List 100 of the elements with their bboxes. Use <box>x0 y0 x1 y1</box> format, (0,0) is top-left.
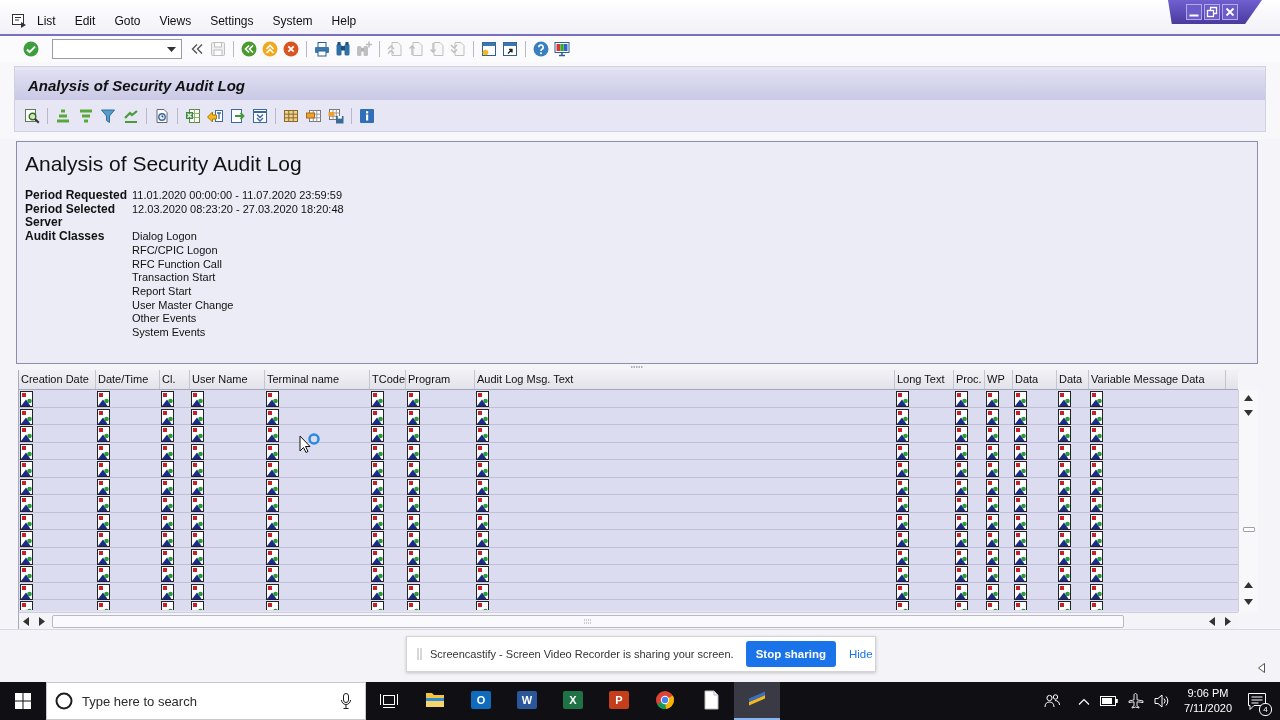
new-window-icon[interactable] <box>481 41 497 57</box>
column-header[interactable]: Long Text <box>895 370 954 389</box>
arrow-left-icon[interactable] <box>23 616 29 626</box>
column-header[interactable]: WP <box>985 370 1013 389</box>
search-field[interactable]: Type here to search <box>82 691 341 711</box>
broken-image-icon <box>371 426 384 442</box>
column-header[interactable]: TCode <box>370 370 406 389</box>
airplane-icon[interactable] <box>1127 693 1144 709</box>
back-icon[interactable] <box>241 41 257 57</box>
column-header[interactable]: Creation Date <box>19 370 96 389</box>
restore-icon[interactable] <box>1204 4 1220 20</box>
minimize-icon[interactable] <box>1186 4 1202 20</box>
scrollbar-thumb[interactable] <box>1242 527 1255 532</box>
menu-icon[interactable] <box>12 14 27 28</box>
task-view-icon[interactable] <box>380 693 398 709</box>
grid-icon[interactable] <box>283 108 299 124</box>
shortcut-window-icon[interactable] <box>502 41 518 57</box>
broken-image-icon <box>1014 391 1027 407</box>
arrow-up-icon[interactable] <box>1244 582 1253 588</box>
cancel-icon[interactable] <box>283 41 299 57</box>
column-header[interactable]: Proc. <box>954 370 985 389</box>
microphone-icon[interactable] <box>341 693 351 709</box>
search-bar[interactable]: Type here to search <box>46 682 366 720</box>
arrow-up-icon[interactable] <box>1244 395 1253 401</box>
drag-handle-icon[interactable] <box>417 648 422 660</box>
page-arrows-icon[interactable] <box>252 108 268 124</box>
spreadsheet-icon[interactable] <box>184 108 201 124</box>
table-row[interactable] <box>19 530 1238 548</box>
people-icon[interactable] <box>1043 693 1060 709</box>
table-row[interactable] <box>19 565 1238 583</box>
info-icon[interactable] <box>359 108 375 124</box>
windows-logo-icon[interactable] <box>15 693 31 709</box>
checkmark-circle-icon[interactable] <box>23 41 39 57</box>
broken-image-icon <box>161 531 174 547</box>
menu-item[interactable]: Views <box>159 14 192 28</box>
printer-icon[interactable] <box>314 41 330 57</box>
column-header[interactable]: Cl. <box>160 370 190 389</box>
menu-item[interactable]: Goto <box>114 14 141 28</box>
arrow-down-icon[interactable] <box>1244 599 1253 605</box>
page-clock-icon[interactable] <box>153 108 170 124</box>
column-header[interactable]: Variable Message Data <box>1089 370 1226 389</box>
broken-image-icon <box>955 443 968 460</box>
close-icon[interactable] <box>1222 4 1238 20</box>
menu-item[interactable]: Help <box>331 14 357 28</box>
grid-select-icon[interactable] <box>305 108 322 124</box>
arrow-left-icon[interactable] <box>1209 616 1215 626</box>
double-chevron-icon[interactable] <box>189 41 205 57</box>
column-header[interactable]: Terminal name <box>265 370 370 389</box>
taskbar-button[interactable]: P <box>596 682 642 720</box>
menu-item[interactable]: List <box>37 14 56 28</box>
column-header[interactable]: Program <box>406 370 475 389</box>
column-header[interactable]: Audit Log Msg. Text <box>475 370 895 389</box>
notification-icon[interactable] <box>1248 692 1266 710</box>
column-header[interactable]: Data <box>1057 370 1089 389</box>
menu-item[interactable]: Settings <box>210 14 254 28</box>
taskbar-button[interactable]: O <box>458 682 504 720</box>
menu-item[interactable]: Edit <box>74 14 96 28</box>
taskbar-button[interactable]: X <box>550 682 596 720</box>
table-row[interactable] <box>19 495 1238 513</box>
command-field[interactable] <box>52 39 182 59</box>
table-row[interactable] <box>19 460 1238 478</box>
grid-save-icon[interactable] <box>328 108 344 124</box>
arrow-down-icon[interactable] <box>1244 410 1253 416</box>
table-row[interactable] <box>19 425 1238 443</box>
text-export-icon[interactable] <box>207 108 223 124</box>
caret-icon[interactable] <box>167 46 176 52</box>
field-label: Period Requested <box>25 189 129 203</box>
app-logo: W <box>517 691 537 709</box>
hide-link[interactable]: Hide <box>848 648 873 660</box>
broken-image-icon <box>986 478 999 495</box>
app-logo: P <box>609 691 629 709</box>
battery-icon[interactable] <box>1099 696 1118 706</box>
broken-image-icon <box>191 426 204 442</box>
field-value: 12.03.2020 08:23:20 - 27.03.2020 18:20:48 <box>132 202 344 217</box>
broken-image-icon <box>266 391 279 407</box>
column-header[interactable]: User Name <box>190 370 265 389</box>
help-icon[interactable] <box>533 41 549 57</box>
broken-image-icon <box>266 443 279 460</box>
file-export-icon[interactable] <box>229 108 246 124</box>
magnifier-page-icon[interactable] <box>24 108 40 124</box>
scrollbar-thumb[interactable] <box>52 614 1124 628</box>
volume-icon[interactable] <box>1153 693 1170 709</box>
broken-image-icon <box>371 531 384 547</box>
filter-icon[interactable] <box>100 108 116 124</box>
broken-image-icon <box>955 391 968 407</box>
taskbar-button[interactable]: W <box>504 682 550 720</box>
arrow-right-icon[interactable] <box>1225 616 1231 626</box>
table-row[interactable] <box>19 390 1238 408</box>
broken-image-icon <box>955 408 968 425</box>
binoculars-icon[interactable] <box>335 41 351 57</box>
column-header[interactable]: Date/Time <box>96 370 160 389</box>
menu-item[interactable]: System <box>272 14 313 28</box>
trend-line-icon[interactable] <box>122 108 139 124</box>
triangle-icon[interactable] <box>1258 663 1265 673</box>
stop-sharing-button[interactable]: Stop sharing <box>745 641 836 667</box>
chevron-up-icon[interactable] <box>1077 697 1090 705</box>
column-header[interactable]: Data <box>1013 370 1057 389</box>
taskbar-button[interactable] <box>734 682 780 720</box>
monitor-icon[interactable] <box>554 41 570 57</box>
arrow-right-icon[interactable] <box>39 616 45 626</box>
